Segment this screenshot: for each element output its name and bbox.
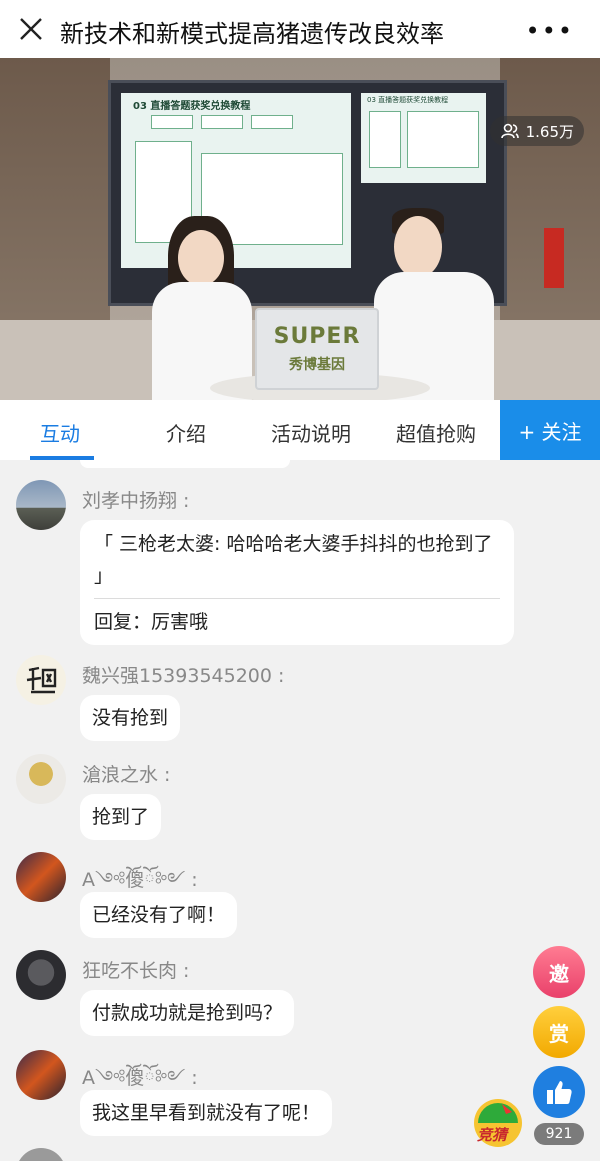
avatar[interactable]	[16, 754, 66, 804]
chat-bubble: 抢到了	[80, 794, 162, 840]
avatar[interactable]	[16, 1148, 66, 1161]
page-title: 新技术和新模式提高猪遗传改良效率	[60, 20, 444, 48]
guess-button[interactable]: 竞猜	[472, 1098, 524, 1148]
chat-bubble: 已经没有了啊！	[80, 892, 238, 938]
avatar[interactable]	[16, 950, 66, 1000]
previous-message-bubble	[80, 460, 290, 468]
viewer-count: 1.65万	[525, 122, 574, 141]
chat-bubble: 「 三枪老太婆: 哈哈哈老大婆手抖抖的也抢到了 」 回复：厉害哦	[80, 520, 514, 645]
chat-bubble: 我这里早看到就没有了呢！	[80, 1090, 333, 1136]
flag-image	[544, 228, 564, 288]
laptop-subtitle: 秀博基因	[289, 357, 345, 373]
avatar[interactable]	[16, 480, 66, 530]
close-icon[interactable]	[16, 14, 46, 44]
tab-intro[interactable]: 介绍	[166, 418, 206, 447]
chat-username: 魏兴强15393545200 :	[82, 665, 285, 687]
tab-flash-sale[interactable]: 超值抢购	[396, 418, 476, 447]
live-video[interactable]: 03 直播答题获奖兑换教程 03 直播答题获奖兑换教程 SUPER 秀博基因 1…	[0, 58, 600, 400]
like-button[interactable]	[533, 1066, 585, 1118]
chat-bubble: 没有抢到	[80, 695, 181, 741]
follow-button[interactable]: + 关注	[500, 400, 600, 460]
viewer-count-badge: 1.65万	[489, 116, 584, 146]
more-icon[interactable]: •••	[526, 17, 574, 45]
chat-bubble: 付款成功就是抢到吗？	[80, 990, 295, 1036]
tab-interact[interactable]: 互动	[40, 418, 80, 447]
calligraphy-icon	[26, 666, 57, 694]
slide-title: 03 直播答题获奖兑换教程	[133, 101, 251, 112]
invite-label: 邀	[549, 961, 569, 986]
chat-list[interactable]: 刘孝中扬翔 : 「 三枪老太婆: 哈哈哈老大婆手抖抖的也抢到了 」 回复：厉害哦…	[0, 460, 600, 1161]
laptop-brand: SUPER	[273, 324, 361, 349]
quoted-message: 「 三枪老太婆: 哈哈哈老大婆手抖抖的也抢到了 」	[94, 533, 493, 587]
chat-username: 狂吃不长肉 :	[82, 960, 190, 982]
chat-username: 滄浪之水 :	[82, 764, 171, 786]
chat-username: 刘孝中扬翔 :	[82, 490, 190, 512]
reward-button[interactable]: 赏	[533, 1006, 585, 1058]
avatar[interactable]	[16, 1050, 66, 1100]
guess-label: 竞猜	[477, 1126, 508, 1144]
tab-bar: 互动 介绍 活动说明 超值抢购 + 关注	[0, 400, 600, 460]
top-bar: 新技术和新模式提高猪遗传改良效率 •••	[0, 0, 600, 58]
avatar[interactable]	[16, 655, 66, 705]
like-count: 921	[534, 1123, 584, 1145]
laptop: SUPER 秀博基因	[255, 308, 379, 390]
thumbs-up-icon	[547, 1081, 572, 1104]
viewers-icon	[500, 123, 519, 139]
invite-button[interactable]: 邀	[533, 946, 585, 998]
reply-text: 回复：厉害哦	[94, 611, 209, 633]
reward-label: 赏	[549, 1021, 569, 1046]
tab-activity-info[interactable]: 活动说明	[271, 418, 351, 447]
avatar[interactable]	[16, 852, 66, 902]
